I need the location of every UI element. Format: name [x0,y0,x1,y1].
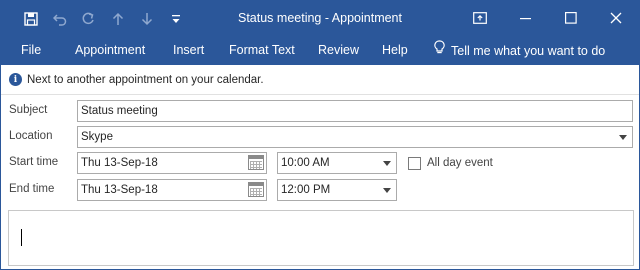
maximize-icon[interactable] [548,1,594,35]
tab-help[interactable]: Help [382,37,408,65]
tell-me-text: Tell me what you want to do [451,44,606,58]
calendar-icon[interactable] [248,182,264,197]
tab-review[interactable]: Review [318,37,359,65]
start-date-input[interactable]: Thu 13-Sep-18 [77,152,267,174]
lightbulb-icon [434,38,445,64]
customize-qat-icon[interactable] [165,8,187,30]
text-caret [21,229,22,246]
start-time-label: Start time [9,156,59,168]
subject-input[interactable]: Status meeting [77,100,633,122]
all-day-label: All day event [427,157,493,169]
end-time-label: End time [9,183,55,195]
end-date-value: Thu 13-Sep-18 [81,184,158,196]
end-time-select[interactable]: 12:00 PM [277,179,397,201]
down-arrow-icon[interactable] [136,8,158,30]
chevron-down-icon[interactable] [615,127,631,147]
ribbon-tabs: File Appointment Insert Format Text Revi… [1,37,639,65]
start-time-value: 10:00 AM [281,157,330,169]
title-bar: Status meeting - Appointment [1,1,639,37]
end-time-value: 12:00 PM [281,184,331,196]
location-label: Location [9,130,53,142]
appointment-window: Status meeting - Appointment File Appoin… [0,0,640,270]
appointment-body-editor[interactable] [8,210,634,266]
tell-me-box[interactable]: Tell me what you want to do [434,37,605,65]
end-date-input[interactable]: Thu 13-Sep-18 [77,179,267,201]
calendar-icon[interactable] [248,155,264,170]
location-combobox[interactable]: Skype [77,126,633,148]
start-time-select[interactable]: 10:00 AM [277,152,397,174]
ribbon-display-options-icon[interactable] [457,1,503,35]
start-date-value: Thu 13-Sep-18 [81,157,158,169]
minimize-icon[interactable] [503,1,549,35]
tab-format-text[interactable]: Format Text [229,37,295,65]
undo-icon[interactable] [49,8,71,30]
subject-label: Subject [9,104,48,116]
redo-icon[interactable] [77,8,99,30]
conflict-info-bar: i Next to another appointment on your ca… [1,65,639,95]
save-icon[interactable] [20,8,42,30]
up-arrow-icon[interactable] [107,8,129,30]
info-icon: i [9,73,22,86]
chevron-down-icon[interactable] [379,180,395,200]
location-value: Skype [81,131,113,143]
info-message: Next to another appointment on your cale… [27,73,264,86]
chevron-down-icon[interactable] [379,153,395,173]
close-icon[interactable] [593,1,639,35]
tab-insert[interactable]: Insert [173,37,204,65]
tab-appointment[interactable]: Appointment [75,37,145,65]
tab-file[interactable]: File [21,37,41,65]
all-day-checkbox[interactable] [408,157,421,170]
